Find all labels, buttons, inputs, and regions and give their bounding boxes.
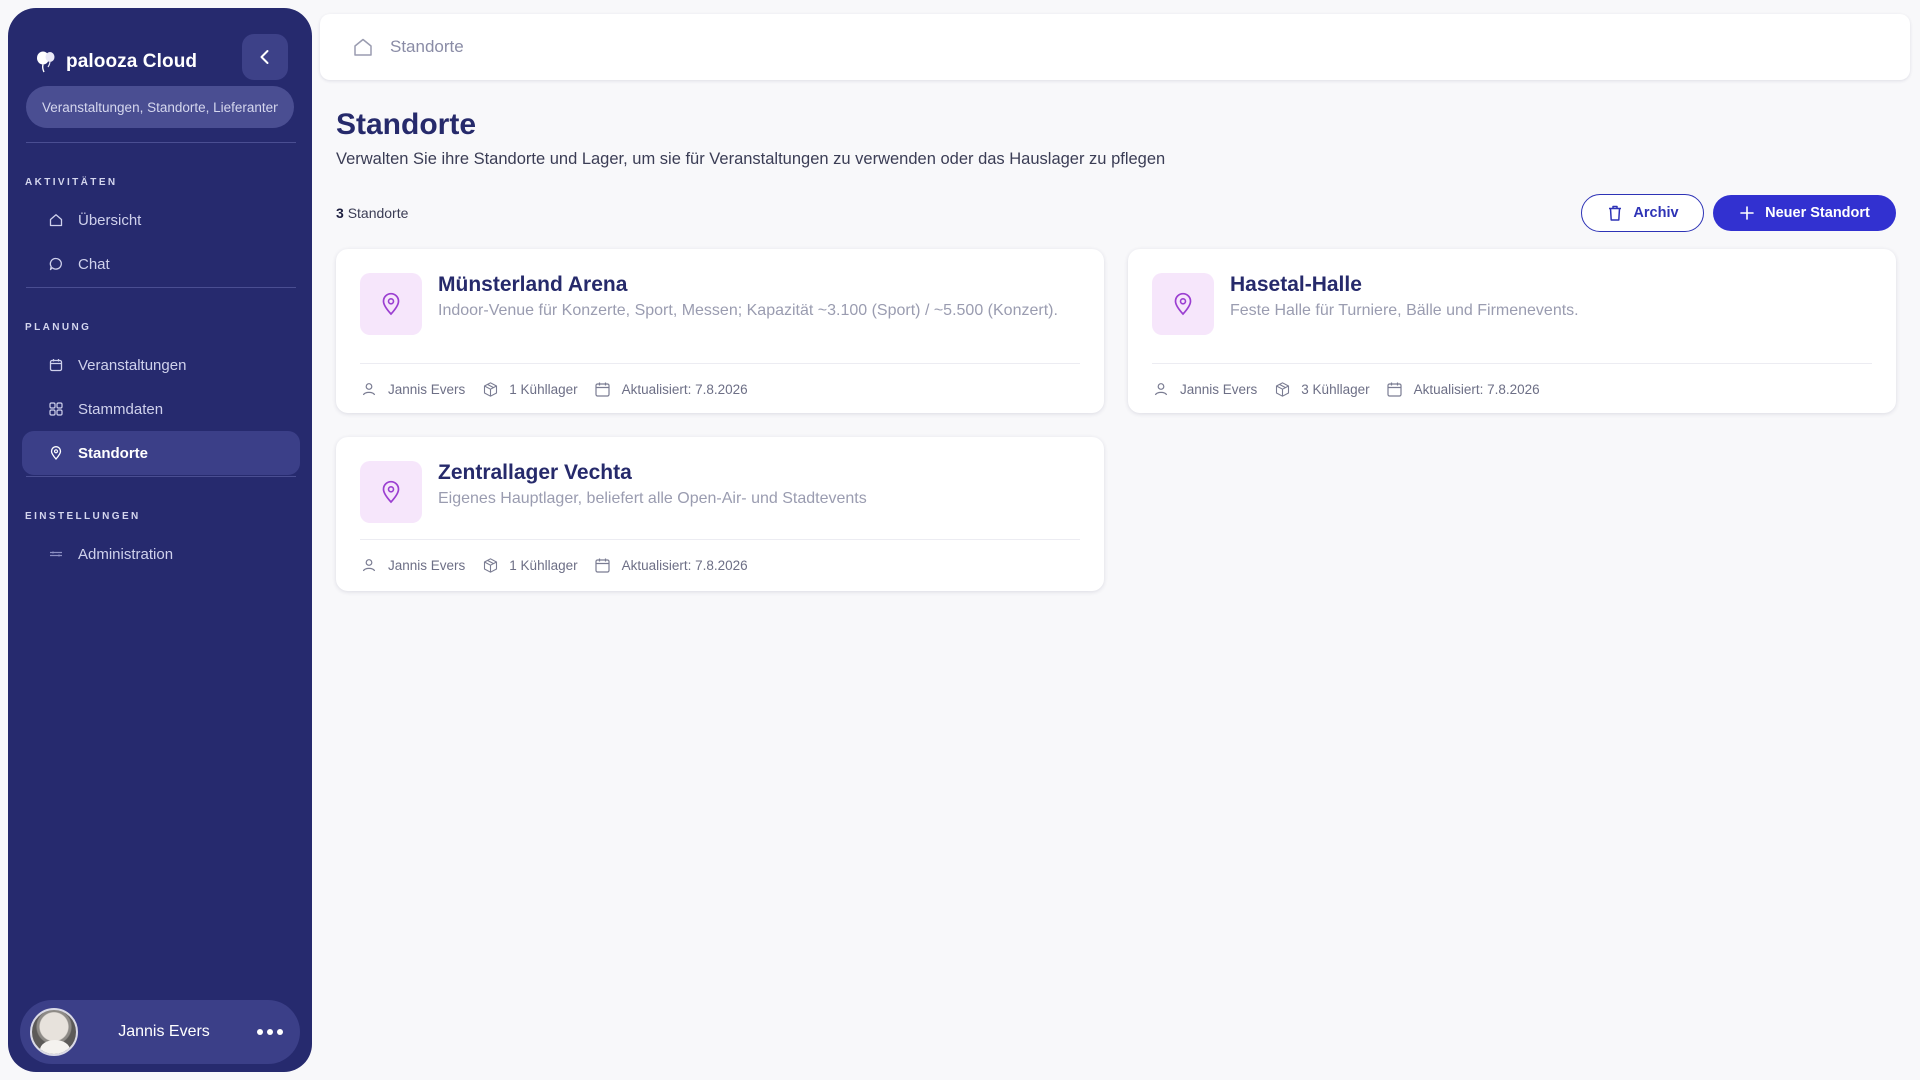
breadcrumb: Standorte <box>320 14 1910 80</box>
sidebar-item-uebersicht[interactable]: Übersicht <box>22 198 300 242</box>
page-subtitle: Verwalten Sie ihre Standorte und Lager, … <box>336 150 1166 168</box>
sidebar: palooza Cloud AKTIVITÄTEN Übersicht Chat… <box>8 8 312 1072</box>
grid-icon <box>48 401 64 417</box>
box-icon <box>481 380 499 398</box>
archive-button[interactable]: Archiv <box>1581 194 1704 232</box>
avatar <box>30 1008 78 1056</box>
sidebar-item-label: Stammdaten <box>78 400 164 418</box>
map-pin-icon <box>360 461 422 523</box>
map-pin-icon <box>1152 273 1214 335</box>
brand[interactable]: palooza Cloud <box>34 40 197 84</box>
location-count-label: Standorte <box>347 205 409 221</box>
location-count-number: 3 <box>336 205 344 221</box>
home-icon[interactable] <box>352 36 374 58</box>
archive-label: Archiv <box>1633 205 1679 221</box>
map-pin-icon <box>360 273 422 335</box>
trash-icon <box>1609 205 1622 221</box>
sliders-icon <box>48 546 64 562</box>
breadcrumb-current[interactable]: Standorte <box>390 37 464 57</box>
card-description: Indoor-Venue für Konzerte, Sport, Messen… <box>438 302 1058 319</box>
sidebar-item-chat[interactable]: Chat <box>22 242 300 286</box>
card-title: Zentrallager Vechta <box>438 461 632 484</box>
box-icon <box>1273 380 1291 398</box>
sidebar-item-label: Veranstaltungen <box>78 356 187 374</box>
sidebar-item-administration[interactable]: Administration <box>22 532 300 576</box>
card-title: Hasetal-Halle <box>1230 273 1362 296</box>
brand-name: palooza Cloud <box>66 51 198 72</box>
divider <box>26 287 296 288</box>
card-description: Feste Halle für Turniere, Bälle und Firm… <box>1230 302 1579 319</box>
section-title-aktivitaeten: AKTIVITÄTEN <box>25 177 118 188</box>
sidebar-item-standorte[interactable]: Standorte <box>22 431 300 475</box>
map-pin-icon <box>48 445 64 461</box>
sidebar-item-label: Übersicht <box>78 211 142 229</box>
sidebar-item-label: Standorte <box>78 444 149 462</box>
calendar-icon <box>1386 380 1404 398</box>
card-title: Münsterland Arena <box>438 273 628 296</box>
card-storage: 3 Kühllager <box>1301 381 1370 397</box>
location-card-muensterland-arena[interactable]: Münsterland Arena Indoor-Venue für Konze… <box>336 249 1104 413</box>
divider <box>26 142 296 143</box>
new-location-button[interactable]: Neuer Standort <box>1713 195 1896 231</box>
sidebar-item-stammdaten[interactable]: Stammdaten <box>22 387 300 431</box>
page-title: Standorte <box>336 108 477 141</box>
card-meta: Jannis Evers 3 Kühllager Aktualisiert: 7… <box>1152 371 1556 407</box>
more-dots-icon <box>257 1029 283 1035</box>
calendar-icon <box>48 357 64 373</box>
divider <box>26 476 296 477</box>
user-icon <box>360 556 378 574</box>
sidebar-item-label: Chat <box>78 255 110 273</box>
location-card-hasetal-halle[interactable]: Hasetal-Halle Feste Halle für Turniere, … <box>1128 249 1896 413</box>
new-location-label: Neuer Standort <box>1765 205 1870 221</box>
card-divider <box>360 539 1080 540</box>
collapse-sidebar-button[interactable] <box>242 34 288 80</box>
user-profile-card[interactable]: Jannis Evers <box>20 1000 300 1064</box>
plus-icon <box>1740 206 1754 220</box>
section-title-einstellungen: EINSTELLUNGEN <box>25 511 141 522</box>
card-meta: Jannis Evers 1 Kühllager Aktualisiert: 7… <box>360 547 764 583</box>
user-name: Jannis Evers <box>118 1023 210 1040</box>
user-icon <box>360 380 378 398</box>
card-divider <box>360 363 1080 364</box>
card-updated: Aktualisiert: 7.8.2026 <box>621 381 748 397</box>
section-title-planung: PLANUNG <box>25 322 92 333</box>
search-input[interactable] <box>26 86 294 128</box>
more-options-button[interactable] <box>250 1012 290 1052</box>
chevron-left-icon <box>260 50 269 64</box>
card-updated: Aktualisiert: 7.8.2026 <box>1413 381 1540 397</box>
sidebar-item-veranstaltungen[interactable]: Veranstaltungen <box>22 343 300 387</box>
card-owner: Jannis Evers <box>1180 381 1258 397</box>
card-owner: Jannis Evers <box>388 381 466 397</box>
sidebar-item-label: Administration <box>78 545 174 563</box>
card-storage: 1 Kühllager <box>509 557 578 573</box>
balloon-logo-icon <box>37 51 55 73</box>
user-icon <box>1152 380 1170 398</box>
location-count: 3 Standorte <box>336 205 408 221</box>
location-card-zentrallager-vechta[interactable]: Zentrallager Vechta Eigenes Hauptlager, … <box>336 437 1104 591</box>
card-divider <box>1152 363 1872 364</box>
home-icon <box>48 212 64 228</box>
card-storage: 1 Kühllager <box>509 381 578 397</box>
card-description: Eigenes Hauptlager, beliefert alle Open-… <box>438 490 867 507</box>
calendar-icon <box>594 556 612 574</box>
card-meta: Jannis Evers 1 Kühllager Aktualisiert: 7… <box>360 371 764 407</box>
chat-bubble-icon <box>48 256 64 272</box>
box-icon <box>481 556 499 574</box>
card-updated: Aktualisiert: 7.8.2026 <box>621 557 748 573</box>
calendar-icon <box>594 380 612 398</box>
card-owner: Jannis Evers <box>388 557 466 573</box>
